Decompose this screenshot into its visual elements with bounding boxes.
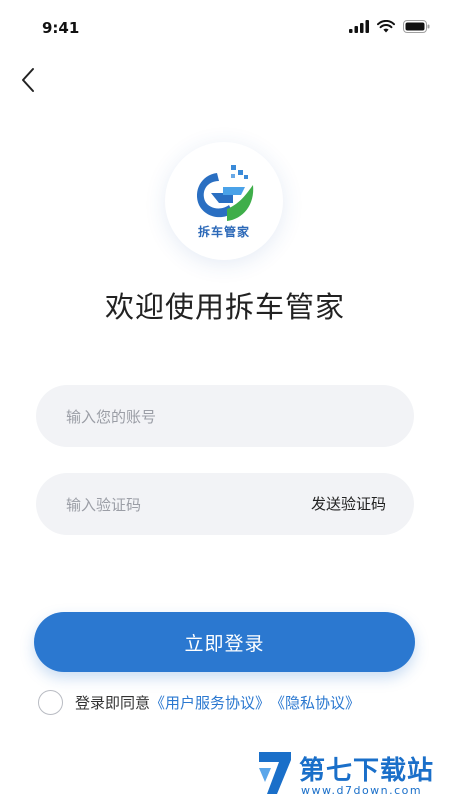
app-logo: 拆车管家 bbox=[165, 142, 283, 260]
agreement-prefix: 登录即同意 bbox=[75, 694, 151, 712]
privacy-policy-link[interactable]: 《隐私协议》 bbox=[270, 692, 360, 713]
battery-icon bbox=[403, 20, 430, 33]
wifi-icon bbox=[377, 20, 395, 33]
welcome-title: 欢迎使用拆车管家 bbox=[104, 290, 345, 324]
watermark-url: www.d7down.com bbox=[301, 784, 423, 797]
logo-emblem-icon bbox=[197, 164, 254, 221]
watermark-logo-icon bbox=[259, 752, 291, 794]
signal-icon bbox=[349, 20, 369, 33]
user-agreement-link[interactable]: 《用户服务协议》 bbox=[150, 692, 270, 713]
verification-code-field: 发送验证码 bbox=[36, 473, 414, 537]
status-time: 9:41 bbox=[42, 19, 80, 37]
status-icons bbox=[349, 20, 430, 33]
account-field bbox=[36, 385, 414, 449]
chevron-left-icon bbox=[22, 68, 34, 92]
back-button[interactable] bbox=[12, 64, 44, 96]
status-bar: 9:41 bbox=[0, 0, 450, 56]
watermark: 第七下载站 www.d7down.com bbox=[255, 750, 445, 800]
agreement-radio[interactable] bbox=[38, 690, 63, 715]
watermark-title: 第七下载站 bbox=[299, 756, 435, 786]
send-code-button[interactable]: 发送验证码 bbox=[311, 473, 386, 535]
agreement-row: 登录即同意 《用户服务协议》 《隐私协议》 bbox=[38, 690, 360, 715]
verification-code-input[interactable] bbox=[64, 473, 308, 537]
logo-text: 拆车管家 bbox=[197, 224, 250, 239]
login-button[interactable]: 立即登录 bbox=[34, 612, 415, 672]
account-input[interactable] bbox=[64, 385, 308, 449]
